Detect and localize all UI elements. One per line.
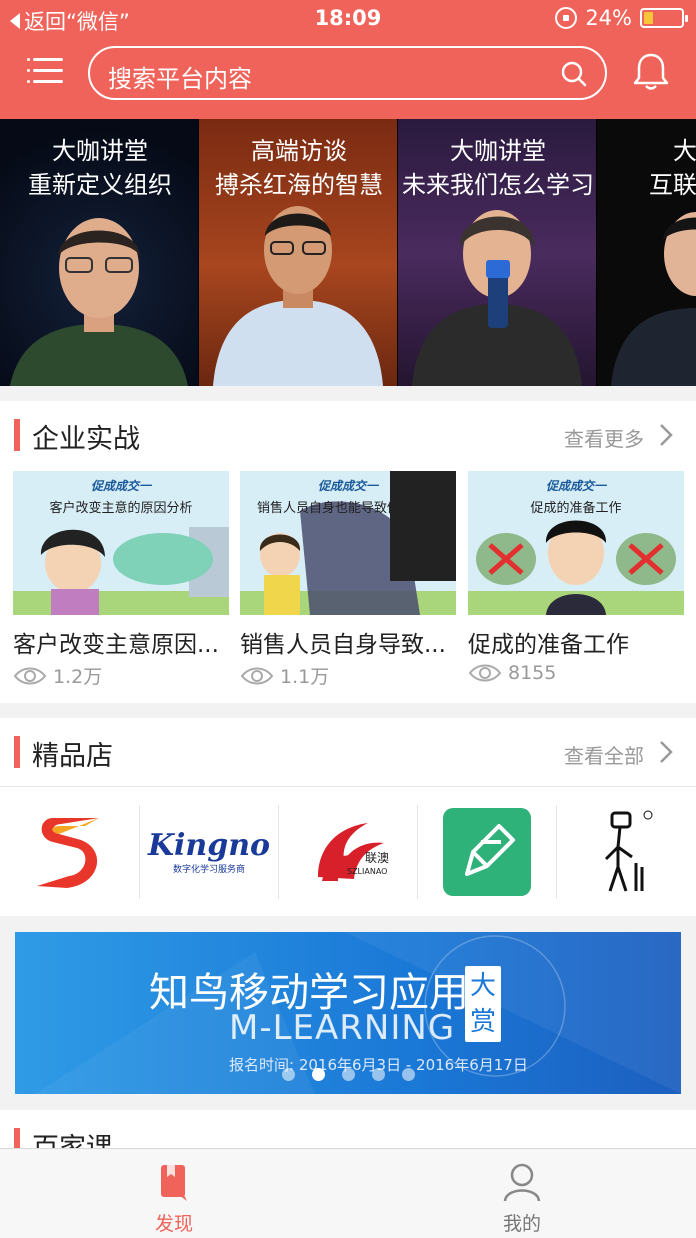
course-subtitle: 促成的准备工作 xyxy=(530,501,622,516)
course-title: 客户改变主意原因... xyxy=(13,632,219,658)
view-count-value: 1.1万 xyxy=(280,666,330,688)
section-header[interactable]: 精品店 查看全部 xyxy=(0,718,696,784)
carousel-dot[interactable] xyxy=(282,1068,295,1081)
course-banner: 促成成交一 xyxy=(317,479,378,493)
speaker-photo xyxy=(611,212,696,386)
kingno-tagline: 数字化学习服务商 xyxy=(172,864,245,875)
banner-slide[interactable]: 大咖讲堂 未来我们怎么学习 xyxy=(398,119,596,386)
menu-icon[interactable] xyxy=(27,55,63,85)
slide-subtitle: 重新定义组织 xyxy=(28,171,172,199)
slide-title: 大咖 xyxy=(673,137,696,165)
store-logo-row: Kingno 数字化学习服务商 联澳 SZLIANAO xyxy=(0,786,696,916)
section-header[interactable]: 企业实战 查看更多 xyxy=(0,401,696,467)
course-title: 销售人员自身导致... xyxy=(240,632,446,658)
hero-carousel[interactable]: 大咖讲堂 重新定义组织 高端访谈 搏杀红海的智慧 大咖讲堂 未来我们怎么学习 大… xyxy=(0,119,696,386)
kingno-logo: Kingno xyxy=(147,827,271,863)
store-s-logo[interactable] xyxy=(0,807,138,897)
search-bar[interactable]: 搜索平台内容 xyxy=(88,46,607,100)
slide-title: 大咖讲堂 xyxy=(450,137,546,165)
carousel-dots[interactable] xyxy=(282,1068,415,1081)
carousel-dot[interactable] xyxy=(312,1068,325,1081)
carousel-dot[interactable] xyxy=(372,1068,385,1081)
course-banner: 促成成交一 xyxy=(90,479,151,493)
store-kingno[interactable]: Kingno 数字化学习服务商 xyxy=(140,807,278,897)
course-thumbnail: 促成成交一 促成的准备工作 xyxy=(468,471,684,615)
enterprise-section: 企业实战 查看更多 促成成交一 客户改变主意的原因分析 客户改变主意原因... … xyxy=(0,401,696,703)
course-subtitle: 销售人员自身也能导致促成失败 xyxy=(256,501,439,516)
discover-icon xyxy=(161,1165,187,1201)
speaker-photo xyxy=(412,210,582,386)
slide-subtitle: 互联网与 xyxy=(649,171,696,199)
tab-mine-label: 我的 xyxy=(502,1213,541,1235)
lianao-tagline: SZLIANAO xyxy=(347,867,388,876)
slide-subtitle: 未来我们怎么学习 xyxy=(402,171,594,199)
tab-discover[interactable]: 发现 xyxy=(0,1149,348,1238)
s-swoosh-logo-icon xyxy=(37,818,99,888)
battery-icon xyxy=(640,8,688,28)
store-pencil-app[interactable] xyxy=(418,807,556,897)
figure-logo-icon xyxy=(604,810,653,892)
course-card[interactable]: 促成成交一 客户改变主意的原因分析 客户改变主意原因... 1.2万 xyxy=(13,471,229,688)
eye-icon xyxy=(13,667,47,684)
status-right: 24% xyxy=(555,6,688,30)
slide-title: 大咖讲堂 xyxy=(52,137,148,165)
course-subtitle: 客户改变主意的原因分析 xyxy=(49,501,193,516)
eye-icon xyxy=(468,664,502,682)
course-thumbnail: 促成成交一 客户改变主意的原因分析 xyxy=(13,471,229,615)
bottom-tab-bar: 发现 我的 xyxy=(0,1148,696,1238)
tab-mine[interactable]: 我的 xyxy=(348,1149,696,1238)
rotation-lock-icon xyxy=(555,7,578,29)
slide-title: 高端访谈 xyxy=(251,137,347,165)
view-count: 1.1万 xyxy=(240,662,329,689)
lianao-name: 联澳 xyxy=(365,851,390,865)
course-banner: 促成成交一 xyxy=(545,479,606,493)
course-thumbnail: 促成成交一 销售人员自身也能导致促成失败 xyxy=(240,471,456,615)
view-all-link[interactable]: 查看全部 xyxy=(564,740,644,769)
course-card[interactable]: 促成成交一 促成的准备工作 促成的准备工作 8155 xyxy=(468,471,684,684)
speaker-photo xyxy=(10,218,188,386)
section-title: 精品店 xyxy=(32,741,113,772)
view-count: 1.2万 xyxy=(13,662,102,689)
tab-discover-label: 发现 xyxy=(154,1213,193,1235)
top-header: 返回“微信” 18:09 24% 搜索平台内容 xyxy=(0,0,696,119)
speaker-photo xyxy=(213,206,383,386)
chevron-right-icon[interactable] xyxy=(658,740,674,764)
boutique-section: 精品店 查看全部 xyxy=(0,718,696,786)
carousel-dot[interactable] xyxy=(402,1068,415,1081)
chevron-right-icon[interactable] xyxy=(658,423,674,447)
store-figure-logo[interactable] xyxy=(557,807,695,897)
course-title: 促成的准备工作 xyxy=(468,632,629,658)
promo-subtitle: M-LEARNING xyxy=(229,1008,456,1048)
search-icon[interactable] xyxy=(561,61,587,87)
banner-slide[interactable]: 大咖讲堂 重新定义组织 xyxy=(0,119,198,386)
view-count-value: 8155 xyxy=(508,662,557,684)
store-lianao[interactable]: 联澳 SZLIANAO xyxy=(279,807,417,897)
battery-percent: 24% xyxy=(585,6,632,30)
search-placeholder: 搜索平台内容 xyxy=(108,65,252,93)
view-more-link[interactable]: 查看更多 xyxy=(564,423,644,452)
section-accent-bar xyxy=(14,419,20,451)
bell-icon[interactable] xyxy=(632,52,670,92)
view-count: 8155 xyxy=(468,662,556,684)
carousel-dot[interactable] xyxy=(342,1068,355,1081)
slide-subtitle: 搏杀红海的智慧 xyxy=(215,171,383,199)
course-card[interactable]: 促成成交一 销售人员自身也能导致促成失败 销售人员自身导致... 1.1万 xyxy=(240,471,456,688)
banner-slide[interactable]: 大咖 互联网与 xyxy=(597,119,696,386)
view-count-value: 1.2万 xyxy=(53,666,103,688)
banner-slide[interactable]: 高端访谈 搏杀红海的智慧 xyxy=(199,119,397,386)
user-icon xyxy=(503,1163,541,1202)
section-title: 企业实战 xyxy=(32,424,140,455)
section-accent-bar xyxy=(14,736,20,768)
promo-badge: 大赏 xyxy=(465,966,501,1042)
pencil-app-icon xyxy=(443,808,531,896)
eye-icon xyxy=(240,667,274,684)
status-bar: 返回“微信” 18:09 24% xyxy=(0,0,696,38)
